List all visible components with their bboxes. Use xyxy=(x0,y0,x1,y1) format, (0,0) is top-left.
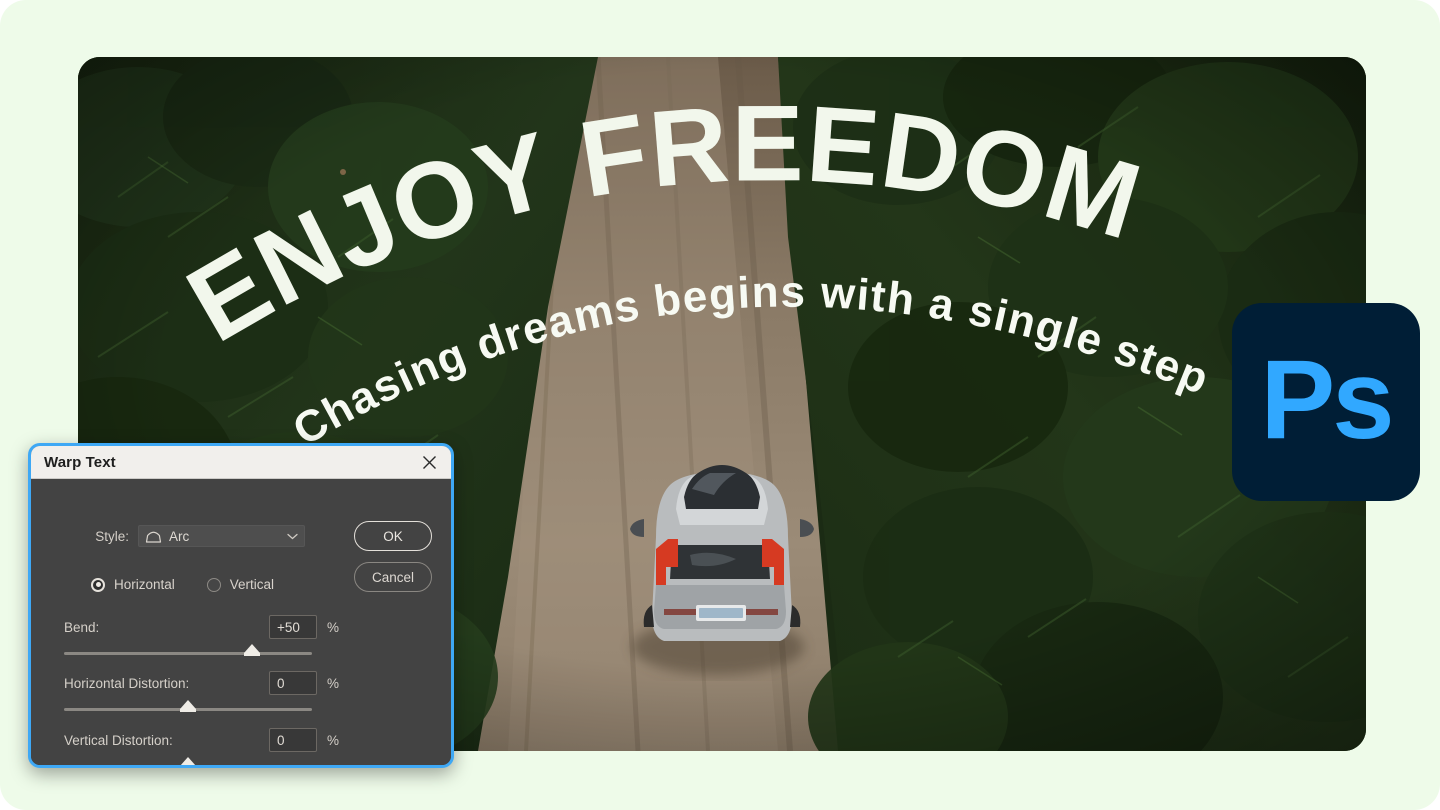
radio-vertical-label: Vertical xyxy=(229,577,275,592)
radio-vertical[interactable]: Vertical xyxy=(206,577,275,592)
radio-horizontal-label: Horizontal xyxy=(114,577,175,592)
style-dropdown[interactable]: Arc xyxy=(138,525,305,547)
horizontal-distortion-slider-thumb[interactable] xyxy=(180,700,196,712)
horizontal-distortion-slider-track[interactable] xyxy=(64,700,312,712)
bend-slider-thumb[interactable] xyxy=(244,644,261,656)
chevron-down-icon xyxy=(287,533,298,540)
photoshop-logo: Ps xyxy=(1232,303,1420,501)
app-stage: ENJOY FREEDOM Chasing dreams begins with… xyxy=(0,0,1440,810)
horizontal-distortion-label: Horizontal Distortion: xyxy=(64,675,190,691)
dialog-body: Style: Arc Horizontal Vertical OK Cancel… xyxy=(31,479,451,765)
style-label: Style: xyxy=(95,528,129,544)
style-row: Style: Arc xyxy=(31,525,305,547)
vertical-distortion-label: Vertical Distortion: xyxy=(64,732,173,748)
cancel-button[interactable]: Cancel xyxy=(354,562,432,592)
vertical-distortion-unit: % xyxy=(327,732,340,748)
horizontal-distortion-unit: % xyxy=(327,675,340,691)
vertical-distortion-slider-track[interactable] xyxy=(180,757,196,765)
dialog-titlebar: Warp Text xyxy=(31,446,451,479)
horizontal-distortion-group: Horizontal Distortion: 0 % xyxy=(31,671,451,712)
radio-horizontal[interactable]: Horizontal xyxy=(91,577,175,592)
vertical-distortion-input[interactable]: 0 xyxy=(269,728,317,752)
dialog-title: Warp Text xyxy=(44,453,116,471)
ok-button[interactable]: OK xyxy=(354,521,432,551)
orientation-radio-group: Horizontal Vertical xyxy=(91,577,274,592)
vertical-distortion-row: Vertical Distortion: 0 % xyxy=(31,728,451,752)
vertical-distortion-group: Vertical Distortion: 0 % xyxy=(31,728,451,765)
bend-group: Bend: +50 % xyxy=(31,615,451,656)
radio-horizontal-mark xyxy=(91,577,105,592)
warp-text-dialog: Warp Text Style: Arc Horizontal Vertical… xyxy=(28,443,454,768)
horizontal-distortion-input[interactable]: 0 xyxy=(269,671,317,695)
close-icon[interactable] xyxy=(419,452,439,472)
bend-label: Bend: xyxy=(64,619,100,635)
bend-row: Bend: +50 % xyxy=(31,615,451,639)
style-value: Arc xyxy=(169,528,190,544)
arc-style-icon xyxy=(145,530,162,543)
vertical-distortion-slider-thumb[interactable] xyxy=(180,757,196,765)
radio-vertical-mark xyxy=(206,577,221,592)
photoshop-logo-label: Ps xyxy=(1260,337,1395,462)
dialog-buttons: OK Cancel xyxy=(354,521,432,592)
bend-input[interactable]: +50 xyxy=(269,615,317,639)
horizontal-distortion-row: Horizontal Distortion: 0 % xyxy=(31,671,451,695)
bend-slider-track[interactable] xyxy=(64,644,312,656)
bend-unit: % xyxy=(327,619,340,635)
